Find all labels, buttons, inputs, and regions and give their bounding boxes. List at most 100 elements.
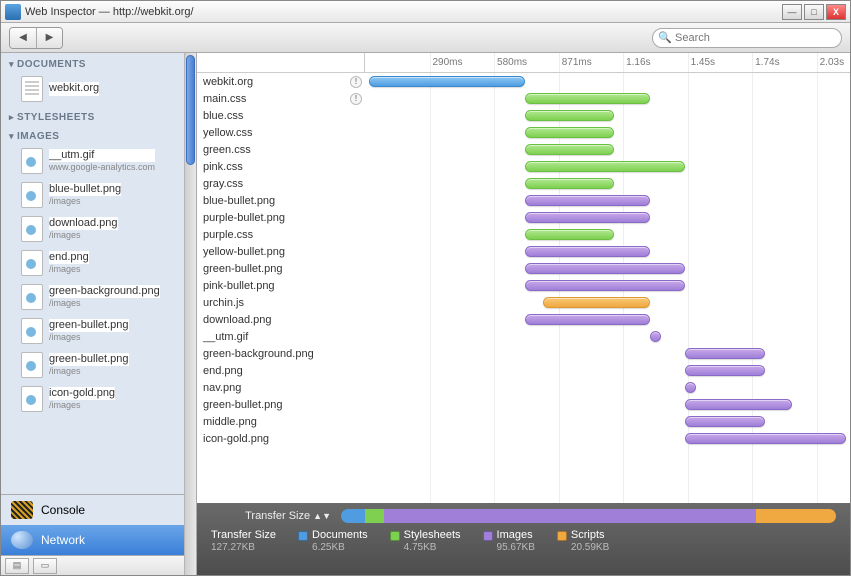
timeline-row[interactable]: end.png [197, 362, 850, 379]
tab-network[interactable]: Network [1, 525, 196, 555]
timeline-row[interactable]: webkit.org! [197, 73, 850, 90]
timeline-row[interactable]: blue.css [197, 107, 850, 124]
network-icon [11, 531, 33, 549]
sidebar-item-label: green-bullet.png [49, 353, 129, 366]
sidebar-section-header[interactable]: STYLESHEETS [1, 106, 184, 125]
timeline-row[interactable]: purple.css [197, 226, 850, 243]
timeline-row[interactable]: download.png [197, 311, 850, 328]
legend-label: Scripts [571, 529, 605, 542]
timing-bar [525, 110, 614, 121]
tab-console[interactable]: Console [1, 495, 196, 525]
app-icon [5, 4, 21, 20]
file-icon [21, 386, 43, 412]
total-size-label: Transfer Size [211, 529, 276, 542]
status-button-2[interactable]: ▭ [33, 558, 57, 574]
sort-label[interactable]: Transfer Size [245, 510, 310, 522]
sort-icon[interactable]: ▲▼ [313, 511, 331, 521]
timeline-row[interactable]: gray.css [197, 175, 850, 192]
summary-segment-doc [341, 509, 365, 523]
timeline-row[interactable]: middle.png [197, 413, 850, 430]
timing-bar [685, 433, 845, 444]
timeline-body[interactable]: webkit.org!main.css! blue.css yellow.css gr… [197, 73, 850, 503]
legend-item-doc[interactable]: Documents6.25KB [298, 529, 368, 554]
resource-name: urchin.js [197, 297, 347, 309]
timing-bar [685, 348, 765, 359]
toolbar: ◀ ▶ 🔍 [1, 23, 850, 53]
timing-bar [525, 246, 650, 257]
forward-button[interactable]: ▶ [36, 28, 62, 48]
resource-name: yellow.css [197, 127, 347, 139]
timeline-row[interactable]: pink.css [197, 158, 850, 175]
timeline-row[interactable]: yellow.css [197, 124, 850, 141]
timeline-row[interactable]: urchin.js [197, 294, 850, 311]
sidebar-item-sublabel: /images [49, 264, 89, 275]
sidebar-item-label: green-bullet.png [49, 319, 129, 332]
file-icon [21, 318, 43, 344]
timing-bar [369, 76, 525, 87]
sidebar-section-header[interactable]: DOCUMENTS [1, 53, 184, 72]
resource-name: yellow-bullet.png [197, 246, 347, 258]
summary-segment-js [756, 509, 836, 523]
sidebar-section-header[interactable]: IMAGES [1, 125, 184, 144]
sidebar-item[interactable]: green-background.png/images [1, 280, 184, 314]
timeline-row[interactable]: icon-gold.png [197, 430, 850, 447]
timing-bar [525, 280, 685, 291]
console-icon [11, 501, 33, 519]
sidebar-status: ▤ ▭ [1, 555, 196, 575]
nav-segment: ◀ ▶ [9, 27, 63, 49]
legend-value: 95.67KB [483, 542, 535, 554]
timing-bar [525, 314, 650, 325]
resource-name: green-bullet.png [197, 399, 347, 411]
sidebar-item[interactable]: end.png/images [1, 246, 184, 280]
sidebar-scrollbar[interactable] [184, 53, 196, 575]
resource-name: blue.css [197, 110, 347, 122]
timing-bar [525, 263, 685, 274]
file-icon [21, 352, 43, 378]
warning-icon[interactable]: ! [350, 76, 362, 88]
timeline-row[interactable]: pink-bullet.png [197, 277, 850, 294]
status-button-1[interactable]: ▤ [5, 558, 29, 574]
timeline-row[interactable]: green-bullet.png [197, 396, 850, 413]
timeline-row[interactable]: green-bullet.png [197, 260, 850, 277]
timeline-row[interactable]: green.css [197, 141, 850, 158]
tab-network-label: Network [41, 533, 85, 547]
sidebar-item[interactable]: __utm.gifwww.google-analytics.com [1, 144, 184, 178]
timeline-row[interactable]: nav.png [197, 379, 850, 396]
warning-icon[interactable]: ! [350, 93, 362, 105]
timing-bar [525, 127, 614, 138]
window-title: Web Inspector — http://webkit.org/ [25, 6, 194, 18]
sidebar-item-sublabel: /images [49, 400, 115, 411]
timeline-tick: 1.74s [752, 53, 779, 72]
summary-stacked-bar [341, 509, 836, 523]
resource-name: icon-gold.png [197, 433, 347, 445]
sidebar-item[interactable]: icon-gold.png/images [1, 382, 184, 416]
legend-item-img[interactable]: Images95.67KB [483, 529, 535, 554]
resource-name: nav.png [197, 382, 347, 394]
file-icon [21, 284, 43, 310]
search-icon: 🔍 [658, 31, 672, 44]
resource-name: __utm.gif [197, 331, 347, 343]
sidebar-item[interactable]: download.png/images [1, 212, 184, 246]
sidebar-item[interactable]: blue-bullet.png/images [1, 178, 184, 212]
search-input[interactable] [652, 28, 842, 48]
close-button[interactable]: X [826, 4, 846, 20]
timeline-row[interactable]: main.css! [197, 90, 850, 107]
timeline-row[interactable]: blue-bullet.png [197, 192, 850, 209]
minimize-button[interactable]: — [782, 4, 802, 20]
maximize-button[interactable]: □ [804, 4, 824, 20]
sidebar-item-sublabel: www.google-analytics.com [49, 162, 155, 173]
back-button[interactable]: ◀ [10, 28, 36, 48]
legend-item-js[interactable]: Scripts20.59KB [557, 529, 609, 554]
legend-item-css[interactable]: Stylesheets4.75KB [390, 529, 461, 554]
sidebar-scrollbar-thumb[interactable] [186, 55, 195, 165]
summary-segment-css [365, 509, 383, 523]
legend-label: Documents [312, 529, 368, 542]
timeline-row[interactable]: purple-bullet.png [197, 209, 850, 226]
sidebar-item[interactable]: green-bullet.png/images [1, 314, 184, 348]
timeline-row[interactable]: __utm.gif [197, 328, 850, 345]
timeline-row[interactable]: green-background.png [197, 345, 850, 362]
sidebar-item[interactable]: webkit.org [1, 72, 184, 106]
sidebar-item[interactable]: green-bullet.png/images [1, 348, 184, 382]
sidebar-item-label: end.png [49, 251, 89, 264]
timeline-row[interactable]: yellow-bullet.png [197, 243, 850, 260]
